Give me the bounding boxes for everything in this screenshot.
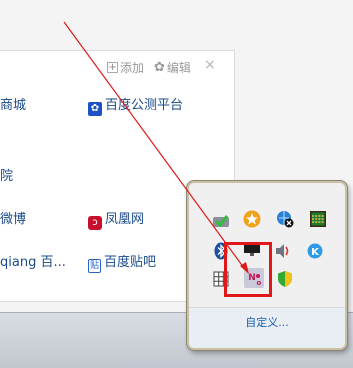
svg-text:K: K [311,247,320,258]
phoenix-icon: ↄ [88,216,102,230]
link-qiang[interactable]: qiang 百... [0,251,66,270]
add-button[interactable]: + 添加 [107,59,144,76]
baidu-paw-icon: ✿ [88,102,102,116]
highlight-box [224,242,272,297]
link-yuan[interactable]: 院 [0,165,13,184]
abacus-icon[interactable] [308,209,328,229]
orange-star-icon[interactable] [242,209,262,229]
edit-label: 编辑 [166,61,191,75]
close-icon[interactable]: × [204,57,216,73]
green-check-shield-icon[interactable] [211,211,231,231]
link-weibo[interactable]: 微博 [0,208,26,227]
link-baidu-beta[interactable]: ✿ 百度公测平台 [88,94,183,116]
customize-link[interactable]: 自定义... [189,314,345,330]
network-globe-icon[interactable] [275,209,295,229]
link-tieba[interactable]: 贴百度贴吧 [88,251,156,273]
link-label: 凤凰网 [105,212,145,227]
link-label: 百度公测平台 [105,98,184,113]
edit-button[interactable]: ✿ 编辑 [154,59,191,76]
link-shop[interactable]: 商城 [0,94,26,113]
link-ifeng[interactable]: ↄ 凤凰网 [88,208,144,230]
speaker-icon[interactable] [273,241,293,261]
plus-icon: + [107,62,118,73]
gear-icon: ✿ [154,60,165,75]
add-label: 添加 [120,61,145,75]
link-label: 百度贴吧 [104,255,157,270]
panel-header: + 添加 ✿ 编辑 × [0,51,234,81]
security-shield-icon[interactable] [275,269,295,289]
k-circle-icon[interactable]: K [305,241,325,261]
tieba-icon: 贴 [88,259,101,273]
